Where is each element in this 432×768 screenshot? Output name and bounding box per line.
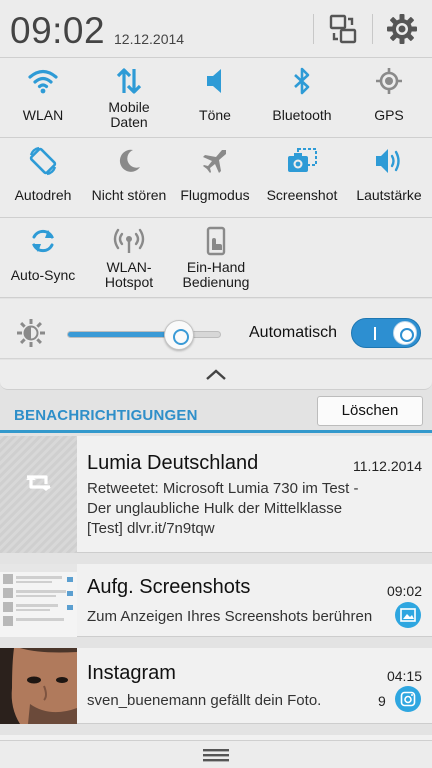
brightness-slider[interactable] bbox=[67, 320, 221, 350]
notifications-header: BENACHRICHTIGUNGEN Löschen bbox=[0, 391, 432, 433]
notification-time: 04:15 bbox=[386, 668, 422, 684]
clock: 09:02 bbox=[10, 10, 106, 51]
mobile-data-icon bbox=[112, 64, 146, 98]
chevron-up-icon bbox=[206, 368, 226, 380]
profile-photo bbox=[0, 648, 77, 724]
notification-item[interactable]: Lumia Deutschland 11.12.2014 Retweetet: … bbox=[0, 436, 432, 553]
toggle-bluetooth[interactable]: Bluetooth bbox=[258, 58, 346, 138]
screenshot-thumbnail bbox=[0, 564, 77, 637]
gps-icon bbox=[372, 64, 406, 98]
bluetooth-icon bbox=[285, 64, 319, 98]
quick-settings-row: WLAN Mobile Daten Töne Bluetooth GPS bbox=[0, 58, 432, 138]
brightness-knob[interactable] bbox=[163, 320, 194, 350]
brightness-icon bbox=[16, 318, 46, 353]
wifi-icon bbox=[26, 64, 60, 98]
quick-settings-row: Auto-Sync WLAN- Hotspot Ein-Hand Bedienu… bbox=[0, 218, 432, 298]
toggle-gps[interactable]: GPS bbox=[346, 58, 432, 138]
gallery-icon bbox=[395, 602, 421, 628]
toggle-wlan[interactable]: WLAN bbox=[0, 58, 86, 138]
toggle-label: Screenshot bbox=[266, 187, 338, 203]
date: 12.12.2014 bbox=[114, 31, 185, 47]
toggle-volume[interactable]: Lautstärke bbox=[346, 138, 432, 218]
toggle-label: GPS bbox=[374, 107, 404, 123]
brightness-bar: Automatisch bbox=[0, 299, 432, 359]
quick-settings-row: Autodreh Nicht stören Flugmodus Screensh… bbox=[0, 138, 432, 218]
volume-icon bbox=[372, 144, 406, 178]
notifications-title: BENACHRICHTIGUNGEN bbox=[14, 407, 198, 424]
notification-item[interactable]: Instagram 04:15 sven_buenemann gefällt d… bbox=[0, 648, 432, 724]
auto-brightness-switch[interactable] bbox=[351, 318, 421, 348]
notification-title: Instagram bbox=[87, 662, 176, 684]
switch-on-mark bbox=[374, 327, 376, 340]
hotspot-icon bbox=[112, 224, 146, 258]
collapse-panel-button[interactable] bbox=[0, 360, 432, 390]
toggle-sound[interactable]: Töne bbox=[172, 58, 258, 138]
switch-panel-icon bbox=[329, 14, 357, 44]
toggle-do-not-disturb[interactable]: Nicht stören bbox=[86, 138, 172, 218]
notification-time: 11.12.2014 bbox=[352, 458, 422, 474]
toggle-one-hand[interactable]: Ein-Hand Bedienung bbox=[172, 218, 260, 298]
screenshot-icon bbox=[285, 144, 319, 178]
drag-handle[interactable] bbox=[0, 740, 432, 768]
notification-time: 09:02 bbox=[386, 583, 422, 599]
sound-icon bbox=[198, 64, 232, 98]
toggle-label: Nicht stören bbox=[91, 187, 167, 203]
notification-text-line: [Test] dlvr.it/7n9tqw bbox=[87, 520, 215, 537]
toggle-label: Mobile Daten bbox=[108, 99, 150, 130]
settings-button[interactable] bbox=[384, 11, 420, 47]
notification-text-line: sven_buenemann gefällt dein Foto. bbox=[87, 692, 322, 709]
toggle-mobile-data[interactable]: Mobile Daten bbox=[86, 58, 172, 138]
toggle-label: Autodreh bbox=[14, 187, 72, 203]
quick-settings-grid: WLAN Mobile Daten Töne Bluetooth GPS Aut… bbox=[0, 58, 432, 298]
app-thumbnail bbox=[0, 436, 77, 553]
gear-icon bbox=[387, 14, 417, 44]
toggle-label: WLAN bbox=[22, 107, 64, 123]
do-not-disturb-icon bbox=[112, 144, 146, 178]
airplane-icon bbox=[198, 144, 232, 178]
divider bbox=[313, 14, 314, 44]
divider bbox=[372, 14, 373, 44]
toggle-screenshot[interactable]: Screenshot bbox=[258, 138, 346, 218]
toggle-auto-sync[interactable]: Auto-Sync bbox=[0, 218, 86, 298]
sync-icon bbox=[26, 224, 60, 258]
notification-text-line: Der unglaubliche Hulk der Mittelklasse bbox=[87, 500, 343, 517]
switch-thumb bbox=[393, 321, 417, 345]
toggle-label: Ein-Hand Bedienung bbox=[182, 259, 250, 290]
auto-brightness-label: Automatisch bbox=[249, 324, 338, 341]
toggle-wlan-hotspot[interactable]: WLAN- Hotspot bbox=[86, 218, 172, 298]
toggle-label: Flugmodus bbox=[180, 187, 250, 203]
toggle-label: WLAN- Hotspot bbox=[104, 259, 154, 290]
menu-icon bbox=[203, 748, 229, 761]
toggle-label: Bluetooth bbox=[272, 107, 332, 123]
toggle-auto-rotate[interactable]: Autodreh bbox=[0, 138, 86, 218]
auto-rotate-icon bbox=[26, 144, 60, 178]
notification-text-line: Zum Anzeigen Ihres Screenshots berühren bbox=[87, 608, 373, 625]
notification-title: Aufg. Screenshots bbox=[87, 576, 251, 598]
status-header: 09:02 12.12.2014 bbox=[0, 0, 432, 58]
switch-panel-button[interactable] bbox=[325, 11, 361, 47]
toggle-label: Töne bbox=[199, 107, 231, 123]
clear-notifications-button[interactable]: Löschen bbox=[317, 396, 423, 426]
notification-count: 9 bbox=[378, 693, 386, 709]
notification-title: Lumia Deutschland bbox=[87, 452, 259, 474]
instagram-icon bbox=[395, 686, 421, 712]
one-hand-icon bbox=[199, 224, 233, 258]
notification-text-line: Retweetet: Microsoft Lumia 730 im Test - bbox=[87, 480, 359, 497]
toggle-airplane-mode[interactable]: Flugmodus bbox=[172, 138, 258, 218]
notification-item[interactable]: Aufg. Screenshots 09:02 Zum Anzeigen Ihr… bbox=[0, 564, 432, 637]
retweet-icon bbox=[0, 436, 77, 553]
brightness-fill bbox=[68, 332, 179, 337]
toggle-label: Auto-Sync bbox=[10, 267, 76, 283]
toggle-label: Lautstärke bbox=[356, 187, 422, 203]
